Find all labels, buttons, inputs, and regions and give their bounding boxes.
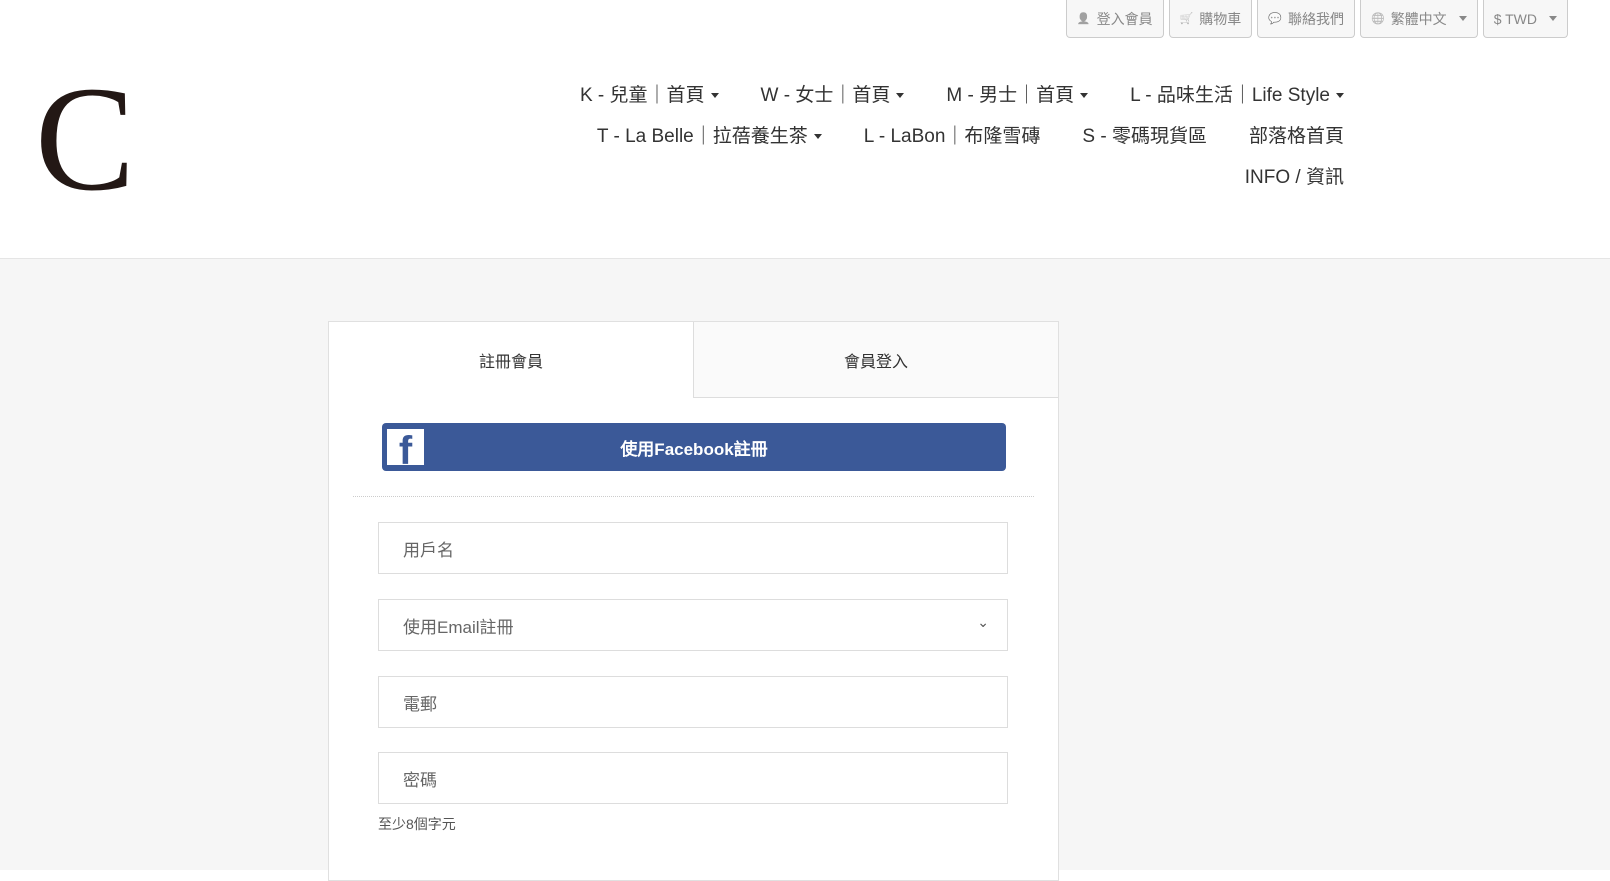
nav-item-6[interactable]: S - 零碼現貨區	[1082, 119, 1207, 160]
facebook-register-button[interactable]: f 使用Facebook註冊	[382, 423, 1006, 471]
username-input[interactable]: 用戶名	[378, 522, 1008, 574]
nav-item-1[interactable]: W - 女士｜首頁	[761, 78, 905, 119]
nav-item-label: L - 品味生活｜Life Style	[1130, 85, 1330, 106]
password-hint: 至少8個字元	[378, 816, 456, 832]
nav-item-4[interactable]: T - La Belle｜拉蓓養生茶	[597, 119, 822, 160]
globe-icon: 🌐	[1370, 13, 1385, 25]
topbar-button-2[interactable]: 💬 聯絡我們	[1257, 0, 1355, 38]
email-placeholder: 電郵	[403, 694, 437, 714]
caret-down-icon	[1080, 93, 1089, 99]
topbar-button-0[interactable]: 👤 登入會員	[1065, 0, 1164, 38]
register-method-value: 使用Email註冊	[403, 617, 514, 637]
logo[interactable]: C	[26, 64, 144, 214]
nav-item-label: W - 女士｜首頁	[760, 85, 891, 106]
top-utility-bar: 👤 登入會員 🛒 購物車 💬 聯絡我們 🌐 繁體中文 $ TWD	[1065, 0, 1568, 38]
nav-item-label: K - 兒童｜首頁	[579, 85, 705, 106]
caret-down-icon	[1458, 16, 1467, 21]
chat-icon: 💬	[1268, 13, 1282, 25]
main-content: 註冊會員 會員登入 f 使用Facebook註冊 用戶名 使用Email註冊 ⌄ …	[0, 258, 1610, 881]
nav-item-5[interactable]: L - LaBon｜布隆雪磚	[864, 119, 1041, 160]
caret-down-icon	[813, 134, 822, 140]
nav-item-3[interactable]: L - 品味生活｜Life Style	[1130, 78, 1344, 119]
tab-login[interactable]: 會員登入	[693, 322, 1058, 398]
topbar-label: 聯絡我們	[1287, 10, 1344, 27]
auth-card: 註冊會員 會員登入 f 使用Facebook註冊 用戶名 使用Email註冊 ⌄ …	[328, 321, 1059, 881]
topbar-button-3[interactable]: 🌐 繁體中文	[1359, 0, 1478, 38]
nav-item-8[interactable]: INFO / 資訊	[1245, 160, 1344, 201]
topbar-label: $ TWD	[1493, 10, 1537, 27]
divider	[353, 496, 1034, 497]
caret-down-icon	[1549, 16, 1557, 21]
facebook-icon: f	[387, 429, 424, 465]
register-method-select[interactable]: 使用Email註冊 ⌄	[378, 599, 1008, 651]
nav-item-label: INFO / 資訊	[1244, 167, 1344, 188]
topbar-label: 繁體中文	[1390, 10, 1447, 27]
nav-item-0[interactable]: K - 兒童｜首頁	[580, 78, 719, 119]
chevron-down-icon: ⌄	[977, 614, 989, 630]
topbar-button-4[interactable]: $ TWD	[1482, 0, 1568, 38]
main-nav: K - 兒童｜首頁 W - 女士｜首頁 M - 男士｜首頁 L - 品味生活｜Life…	[494, 78, 1344, 201]
email-input[interactable]: 電郵	[378, 676, 1008, 728]
nav-item-label: S - 零碼現貨區	[1082, 126, 1207, 147]
nav-item-label: 部落格首頁	[1248, 126, 1344, 147]
topbar-label: 購物車	[1199, 10, 1242, 27]
facebook-register-label: 使用Facebook註冊	[620, 439, 768, 459]
nav-item-label: M - 男士｜首頁	[946, 85, 1075, 106]
nav-item-2[interactable]: M - 男士｜首頁	[946, 78, 1089, 119]
topbar-label: 登入會員	[1096, 10, 1153, 27]
caret-down-icon	[710, 93, 719, 99]
topbar-button-1[interactable]: 🛒 購物車	[1168, 0, 1253, 38]
caret-down-icon	[896, 93, 905, 99]
username-placeholder: 用戶名	[403, 540, 454, 560]
cart-icon: 🛒	[1179, 13, 1194, 25]
tab-register[interactable]: 註冊會員	[329, 322, 693, 398]
nav-item-label: L - LaBon｜布隆雪磚	[863, 126, 1041, 147]
user-icon: 👤	[1076, 13, 1091, 25]
caret-down-icon	[1336, 93, 1344, 99]
password-input[interactable]: 密碼	[378, 752, 1008, 804]
password-placeholder: 密碼	[403, 770, 437, 790]
nav-item-7[interactable]: 部落格首頁	[1249, 119, 1344, 160]
auth-tabs: 註冊會員 會員登入	[329, 322, 1058, 398]
nav-item-label: T - La Belle｜拉蓓養生茶	[596, 126, 808, 147]
